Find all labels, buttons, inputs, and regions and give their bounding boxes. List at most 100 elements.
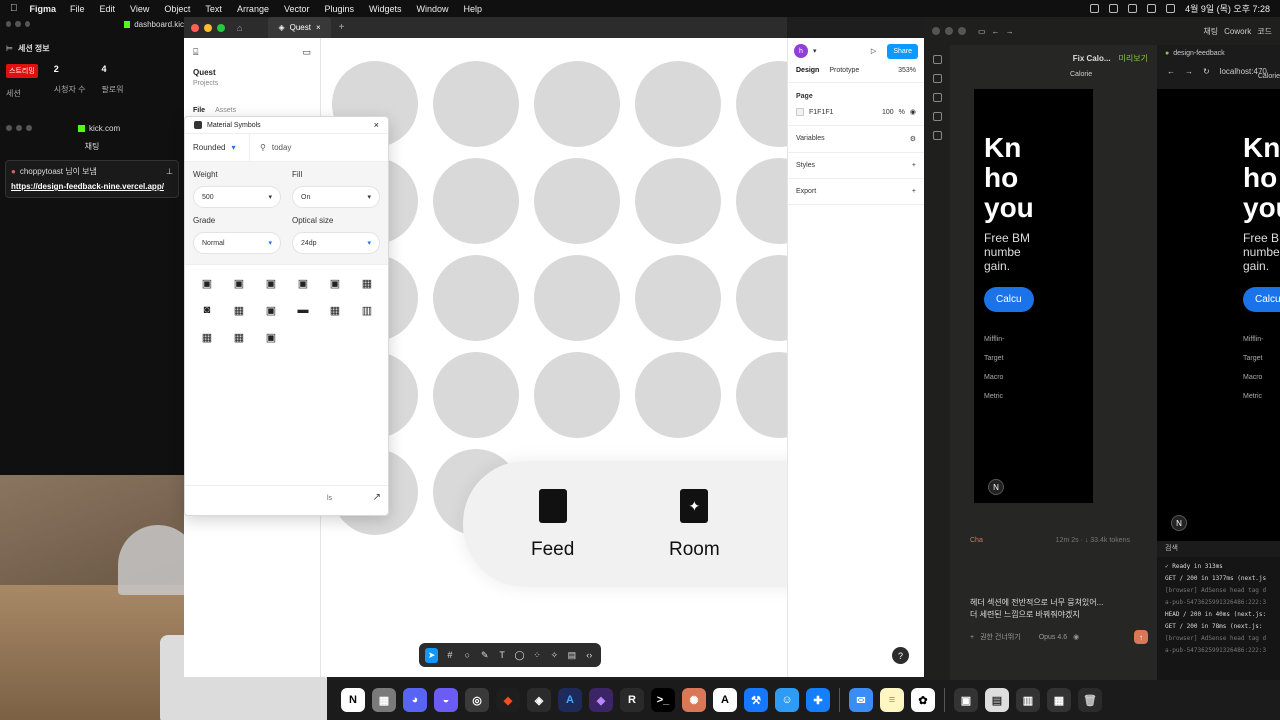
- trash-icon[interactable]: 🗑: [1078, 688, 1102, 712]
- placeholder-circle[interactable]: [433, 158, 519, 244]
- finder-icon[interactable]: ☺: [775, 688, 799, 712]
- preview-toggle[interactable]: 미리보기: [1119, 53, 1148, 64]
- menu-widgets[interactable]: Widgets: [369, 4, 402, 14]
- pen-tool-icon[interactable]: ✎: [479, 648, 490, 663]
- back-icon[interactable]: ←: [992, 27, 1000, 36]
- send-button[interactable]: ↑: [1134, 630, 1148, 644]
- calendar-day-icon[interactable]: ▦: [351, 277, 383, 290]
- new-chat-icon[interactable]: [932, 55, 942, 64]
- today-icon[interactable]: ▣: [255, 304, 287, 317]
- grade-select[interactable]: Normal ▾: [193, 232, 281, 254]
- styles-section[interactable]: Styles +: [788, 153, 924, 179]
- minimize-icon[interactable]: [945, 27, 953, 35]
- record-icon[interactable]: ◉: [1073, 633, 1079, 641]
- close-icon[interactable]: [191, 23, 199, 32]
- minimize-icon[interactable]: [16, 125, 22, 131]
- menubar-clock[interactable]: 4월 9일 (목) 오후 7:28: [1185, 2, 1270, 15]
- browser-tab[interactable]: ● design-feedback: [1157, 45, 1280, 61]
- figma-icon[interactable]: ◆: [496, 688, 520, 712]
- design-canvas[interactable]: Feed ✦ Room: [321, 38, 787, 634]
- minimize-icon[interactable]: [15, 21, 21, 27]
- placeholder-circle[interactable]: [635, 61, 721, 147]
- weight-select[interactable]: 500 ▾: [193, 186, 281, 208]
- menu-help[interactable]: Help: [464, 4, 483, 14]
- placeholder-circle[interactable]: [433, 352, 519, 438]
- browser-page[interactable]: Kn ho you Free BM numbe gain. Calcu Miff…: [1157, 89, 1280, 541]
- menu-file[interactable]: File: [70, 4, 85, 14]
- menu-app-name[interactable]: Figma: [30, 4, 57, 14]
- close-icon[interactable]: [6, 21, 12, 27]
- minimize-icon[interactable]: [204, 23, 212, 32]
- window-icon[interactable]: ▣: [954, 688, 978, 712]
- add-icon[interactable]: +: [912, 188, 916, 195]
- wifi-icon[interactable]: [1128, 4, 1138, 13]
- chat-link[interactable]: https://design-feedback-nine.vercel.app/: [11, 181, 173, 192]
- tab-chat[interactable]: 채팅: [1203, 26, 1218, 37]
- control-center-icon[interactable]: [1166, 4, 1176, 13]
- zoom-level[interactable]: 353%: [898, 67, 916, 74]
- xcode-blue-icon[interactable]: ✚: [806, 688, 830, 712]
- placeholder-circle[interactable]: [433, 255, 519, 341]
- terminal-icon[interactable]: >_: [651, 688, 675, 712]
- calculator-icon[interactable]: ▦: [372, 688, 396, 712]
- calculate-button[interactable]: Calcu: [984, 287, 1034, 312]
- tab-quest[interactable]: ◈ Quest ×: [268, 17, 331, 38]
- main-menu-icon[interactable]: ⌸: [193, 47, 198, 58]
- mail-icon[interactable]: ✉: [849, 688, 873, 712]
- window-icon-3[interactable]: ▥: [1016, 688, 1040, 712]
- search-input[interactable]: ⚲ today: [250, 143, 291, 152]
- open-external-icon[interactable]: ↗: [373, 492, 381, 503]
- tab-assets[interactable]: Assets: [215, 107, 236, 114]
- status-icon[interactable]: [1090, 4, 1100, 13]
- present-icon[interactable]: ▷: [871, 47, 876, 55]
- tab-room[interactable]: ✦ Room: [669, 489, 720, 561]
- forward-icon[interactable]: →: [1006, 27, 1014, 36]
- edit-calendar-icon[interactable]: ▣: [255, 331, 287, 344]
- move-tool-icon[interactable]: ➤: [425, 647, 439, 663]
- box-icon[interactable]: ◈: [527, 688, 551, 712]
- menu-edit[interactable]: Edit: [100, 4, 116, 14]
- view-day-icon[interactable]: ▬: [287, 304, 319, 317]
- placeholder-circle[interactable]: [736, 255, 787, 341]
- export-section[interactable]: Export +: [788, 179, 924, 205]
- tab-feed[interactable]: Feed: [531, 489, 574, 561]
- menu-arrange[interactable]: Arrange: [237, 4, 269, 14]
- permission-select[interactable]: 권한 건너뛰기: [980, 632, 1021, 642]
- placeholder-circle[interactable]: [635, 255, 721, 341]
- add-icon[interactable]: +: [912, 162, 916, 169]
- new-tab-icon[interactable]: +: [339, 22, 345, 33]
- tab-bar-component[interactable]: Feed ✦ Room: [463, 461, 787, 587]
- color-swatch[interactable]: [796, 108, 804, 116]
- menu-object[interactable]: Object: [164, 4, 190, 14]
- tab-cowork[interactable]: Cowork: [1224, 27, 1251, 36]
- draw-mode-icon[interactable]: ✧: [549, 648, 560, 663]
- calendar-month-icon[interactable]: ▦: [223, 304, 255, 317]
- affinity-icon[interactable]: A: [558, 688, 582, 712]
- status-icon[interactable]: [1109, 4, 1119, 13]
- sidebar-toggle-icon[interactable]: ▭: [302, 47, 311, 58]
- calendar-gear-icon[interactable]: ▣: [287, 277, 319, 290]
- tab-design[interactable]: Design: [796, 67, 819, 74]
- fonts-icon[interactable]: A: [713, 688, 737, 712]
- avatar[interactable]: h: [794, 44, 808, 58]
- placeholder-circle[interactable]: [534, 352, 620, 438]
- projects-icon[interactable]: [932, 112, 942, 121]
- page-color-row[interactable]: F1F1F1 100 % ◉: [788, 108, 924, 126]
- pin-icon[interactable]: ⊥: [166, 167, 173, 176]
- history-icon[interactable]: [932, 93, 942, 102]
- sidebar-toggle-icon[interactable]: ▭: [978, 27, 986, 36]
- window-icon-2[interactable]: ▤: [985, 688, 1009, 712]
- claude-icon[interactable]: ✺: [682, 688, 706, 712]
- menu-window[interactable]: Window: [417, 4, 449, 14]
- view-week-icon[interactable]: ▥: [351, 304, 383, 317]
- apple-icon[interactable]: : [10, 3, 18, 14]
- zoom-icon[interactable]: [24, 21, 30, 27]
- optical-size-select[interactable]: 24dp ▾: [292, 232, 380, 254]
- reload-icon[interactable]: ↻: [1203, 67, 1210, 76]
- variables-section[interactable]: Variables ⚙: [788, 126, 924, 153]
- page-opacity[interactable]: 100: [882, 109, 894, 116]
- r-icon[interactable]: R: [620, 688, 644, 712]
- variables-settings-icon[interactable]: ⚙: [910, 135, 916, 143]
- placeholder-circle[interactable]: [433, 61, 519, 147]
- fill-select[interactable]: On ▾: [292, 186, 380, 208]
